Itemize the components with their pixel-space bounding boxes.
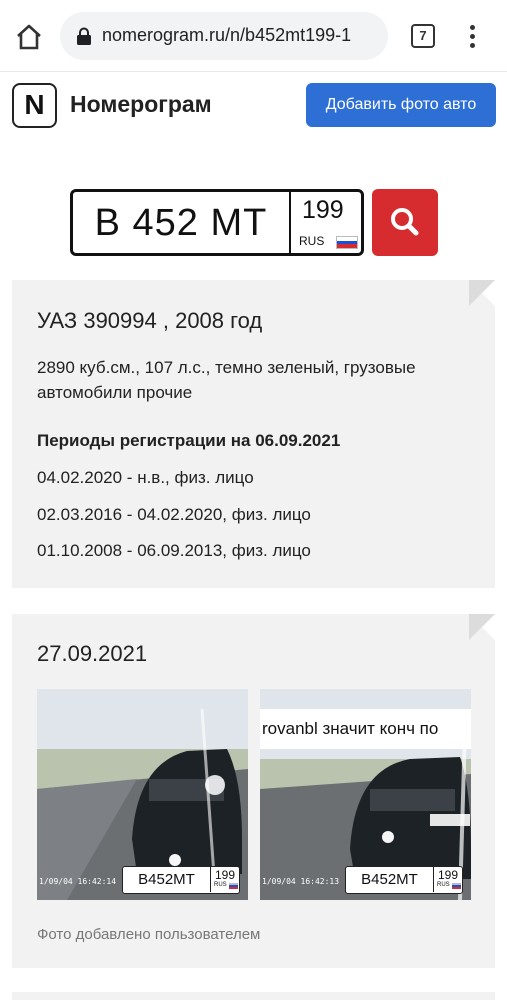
photos-card: 27.09.2021 1/09/04 16:42:14 В452МТ 199 R…	[12, 614, 495, 968]
photo-plate-country: RUS	[214, 882, 227, 888]
card-corner-fold	[469, 280, 495, 306]
search-button[interactable]	[372, 189, 438, 256]
tabs-count-button[interactable]: 7	[411, 24, 435, 48]
car-specs: 2890 куб.см., 107 л.с., темно зеленый, г…	[37, 358, 416, 402]
url-text: nomerogram.ru/n/b452mt199-1	[102, 25, 352, 45]
plate-search-input[interactable]: В 452 МТ 199 RUS	[70, 189, 364, 256]
photo-timestamp: 1/09/04 16:42:13	[262, 877, 340, 886]
card-corner-fold	[469, 614, 495, 640]
car-info-card: УАЗ 390994 , 2008 год 2890 куб.см., 107 …	[12, 280, 495, 588]
add-car-photo-button[interactable]: Добавить фото авто	[306, 83, 496, 127]
plate-number: В 452 МТ	[73, 192, 291, 253]
photo-plate-number: В452МТ	[346, 867, 434, 892]
photo-date: 27.09.2021	[37, 641, 148, 666]
registration-periods-title: Периоды регистрации на 06.09.2021	[37, 431, 341, 450]
registration-period: 01.10.2008 - 06.09.2013, физ. лицо	[37, 541, 311, 560]
photo-plate-country: RUS	[437, 882, 450, 888]
photo-caption-overlay: rovanbl значит конч по	[260, 709, 471, 749]
photo-plate-region: 199	[215, 868, 236, 882]
browser-toolbar: nomerogram.ru/n/b452mt199-1 7	[0, 0, 507, 72]
car-photo[interactable]: rovanbl значит конч по 1/09/04 16:42:13 …	[260, 689, 471, 900]
russia-flag-icon	[452, 883, 461, 889]
photo-credit: Фото добавлено пользователем	[37, 926, 261, 943]
search-icon	[391, 208, 419, 236]
lock-icon	[76, 27, 92, 45]
russia-flag-icon	[229, 883, 238, 889]
registration-period: 02.03.2016 - 04.02.2020, физ. лицо	[37, 505, 311, 524]
photo-plate-number: В452МТ	[123, 867, 211, 892]
address-bar[interactable]: nomerogram.ru/n/b452mt199-1	[60, 12, 388, 60]
next-card	[12, 992, 495, 1000]
photo-plate-badge: В452МТ 199 RUS	[345, 866, 463, 894]
photo-timestamp: 1/09/04 16:42:14	[39, 877, 117, 886]
site-logo[interactable]: N	[12, 83, 57, 128]
car-photo[interactable]: 1/09/04 16:42:14 В452МТ 199 RUS	[37, 689, 248, 900]
plate-country-label: RUS	[299, 234, 325, 248]
overflow-menu-icon[interactable]	[462, 22, 482, 52]
home-icon[interactable]	[14, 22, 44, 52]
photo-plate-badge: В452МТ 199 RUS	[122, 866, 240, 894]
photo-plate-region: 199	[438, 868, 459, 882]
russia-flag-icon	[336, 236, 358, 249]
registration-period: 04.02.2020 - н.в., физ. лицо	[37, 468, 254, 487]
car-title: УАЗ 390994 , 2008 год	[37, 308, 263, 333]
site-brand-name[interactable]: Номерограм	[70, 91, 212, 118]
plate-region-code: 199	[302, 196, 344, 224]
